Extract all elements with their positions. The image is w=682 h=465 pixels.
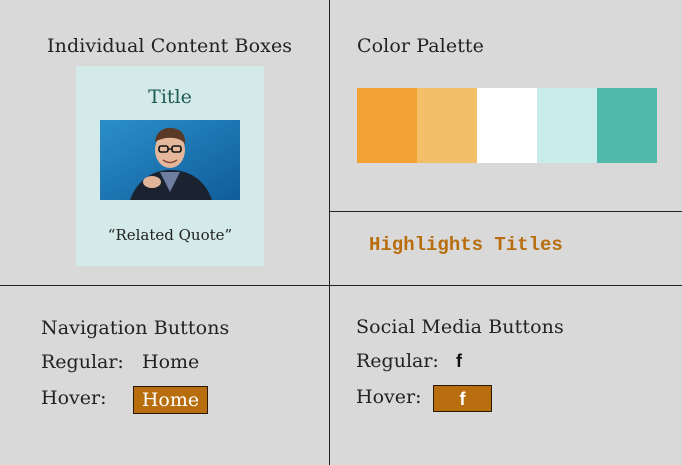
content-box-title: Title [148, 86, 192, 108]
vertical-divider [329, 0, 330, 465]
facebook-icon: f [459, 389, 466, 409]
nav-home-button-regular[interactable]: Home [142, 351, 199, 373]
facebook-button-hover[interactable]: f [433, 385, 492, 412]
content-boxes-heading: Individual Content Boxes [47, 35, 293, 57]
highlights-title-sample: Highlights Titles [369, 234, 563, 256]
social-media-buttons-heading: Social Media Buttons [356, 316, 564, 338]
nav-hover-label: Hover: [41, 387, 107, 409]
swatch-light-teal [537, 88, 597, 163]
swatch-orange [357, 88, 417, 163]
color-palette-heading: Color Palette [357, 35, 485, 57]
color-palette [357, 88, 657, 163]
swatch-light-orange [417, 88, 477, 163]
nav-home-button-hover[interactable]: Home [133, 386, 208, 414]
navigation-buttons-heading: Navigation Buttons [41, 317, 230, 339]
horizontal-divider-right [329, 211, 682, 212]
social-hover-label: Hover: [356, 386, 422, 408]
nav-regular-label: Regular: [41, 351, 124, 373]
swatch-white [477, 88, 537, 163]
content-box-sample: Title “Related Quote” [76, 66, 264, 266]
social-regular-label: Regular: [356, 350, 439, 372]
content-box-photo [100, 120, 240, 200]
content-box-quote: “Related Quote” [107, 226, 233, 244]
swatch-teal [597, 88, 657, 163]
horizontal-divider-middle [0, 285, 682, 286]
facebook-icon[interactable]: f [456, 352, 468, 370]
